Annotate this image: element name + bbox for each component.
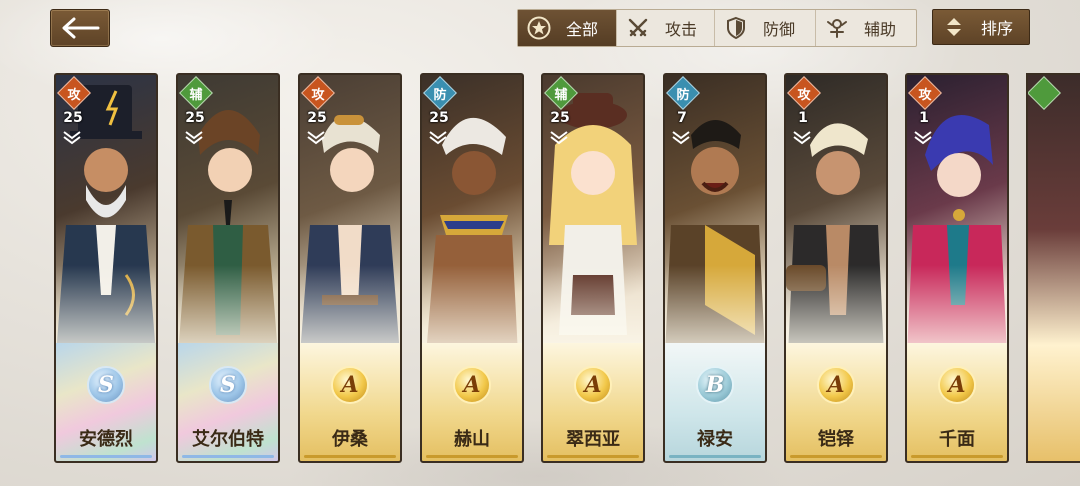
hero-level: 25 — [307, 110, 327, 126]
rank-badge: A — [574, 366, 612, 404]
star-badge-icon — [793, 131, 811, 145]
rank-badge: B — [696, 366, 734, 404]
tab-support[interactable]: 辅助 — [816, 10, 916, 46]
hero-level: 25 — [63, 110, 83, 126]
rarity-bar — [426, 455, 518, 458]
hero-level: 25 — [185, 110, 205, 126]
rarity-bar — [304, 455, 396, 458]
rank-badge: A — [938, 366, 976, 404]
sort-arrows-icon — [943, 16, 965, 38]
hero-info-panel: A 赫山 — [422, 343, 522, 461]
support-emblem-icon — [824, 15, 850, 41]
rarity-bar — [669, 455, 761, 458]
hero-info-panel: A 铠铎 — [786, 343, 886, 461]
rank-badge: S — [209, 366, 247, 404]
sort-label: 排序 — [981, 19, 1014, 38]
hero-name: 艾尔伯特 — [192, 429, 264, 450]
hero-card-partial[interactable] — [1026, 73, 1080, 463]
rank-badge: A — [453, 366, 491, 404]
tab-all-label: 全部 — [566, 20, 599, 39]
star-badge-icon — [185, 131, 203, 145]
hero-card-heshan[interactable]: 防 25 A 赫山 — [420, 73, 524, 463]
rarity-bar — [60, 455, 152, 458]
hero-level: 1 — [798, 110, 808, 126]
tab-defense[interactable]: 防御 — [715, 10, 816, 46]
hero-card-luan[interactable]: 防 7 B 禄安 — [663, 73, 767, 463]
hero-info-panel: A 伊桑 — [300, 343, 400, 461]
hero-card-tricia[interactable]: 辅 25 A 翠西亚 — [541, 73, 645, 463]
rank-badge: A — [331, 366, 369, 404]
rarity-bar — [911, 455, 1003, 458]
star-badge-icon — [429, 131, 447, 145]
hero-name: 禄安 — [697, 429, 733, 450]
back-arrow-icon — [62, 17, 100, 39]
hero-info-panel: B 禄安 — [665, 343, 765, 461]
hero-card-andre[interactable]: 攻 25 S 安德烈 — [54, 73, 158, 463]
hero-level: 25 — [550, 110, 570, 126]
role-badge — [1028, 76, 1061, 110]
hero-level: 25 — [429, 110, 449, 126]
star-badge-icon — [550, 131, 568, 145]
tab-support-label: 辅助 — [864, 20, 897, 39]
star-badge-icon — [672, 131, 690, 145]
hero-info-panel: A 千面 — [907, 343, 1007, 461]
rarity-bar — [790, 455, 882, 458]
hero-info-panel: A 翠西亚 — [543, 343, 643, 461]
star-badge-icon — [307, 131, 325, 145]
star-badge-icon — [63, 131, 81, 145]
hero-card-albert[interactable]: 辅 25 S 艾尔伯特 — [176, 73, 280, 463]
back-button[interactable] — [50, 9, 110, 47]
star-badge-icon — [914, 131, 932, 145]
star-circle-icon — [526, 15, 552, 41]
tab-defense-label: 防御 — [763, 20, 796, 39]
hero-name: 千面 — [939, 429, 975, 450]
sort-button[interactable]: 排序 — [932, 9, 1030, 45]
tab-attack[interactable]: 攻击 — [617, 10, 715, 46]
hero-level: 1 — [919, 110, 929, 126]
hero-name: 伊桑 — [332, 429, 368, 450]
crossed-swords-icon — [625, 15, 651, 41]
hero-card-ethan[interactable]: 攻 25 A 伊桑 — [298, 73, 402, 463]
rank-badge: A — [817, 366, 855, 404]
rank-badge: S — [87, 366, 125, 404]
hero-name: 铠铎 — [818, 429, 854, 450]
role-filter-bar: 全部 攻击 防御 辅助 — [517, 9, 917, 47]
hero-name: 赫山 — [454, 429, 490, 450]
hero-info-panel: S 艾尔伯特 — [178, 343, 278, 461]
hero-name: 安德烈 — [79, 429, 133, 450]
rarity-bar — [182, 455, 274, 458]
rarity-bar — [547, 455, 639, 458]
hero-level: 7 — [677, 110, 687, 126]
tab-attack-label: 攻击 — [665, 20, 698, 39]
hero-name: 翠西亚 — [566, 429, 620, 450]
tab-all[interactable]: 全部 — [518, 10, 617, 46]
shield-icon — [723, 15, 749, 41]
hero-card-kaiduo[interactable]: 攻 1 A 铠铎 — [784, 73, 888, 463]
hero-info-panel: S 安德烈 — [56, 343, 156, 461]
hero-card-qianmian[interactable]: 攻 1 A 千面 — [905, 73, 1009, 463]
